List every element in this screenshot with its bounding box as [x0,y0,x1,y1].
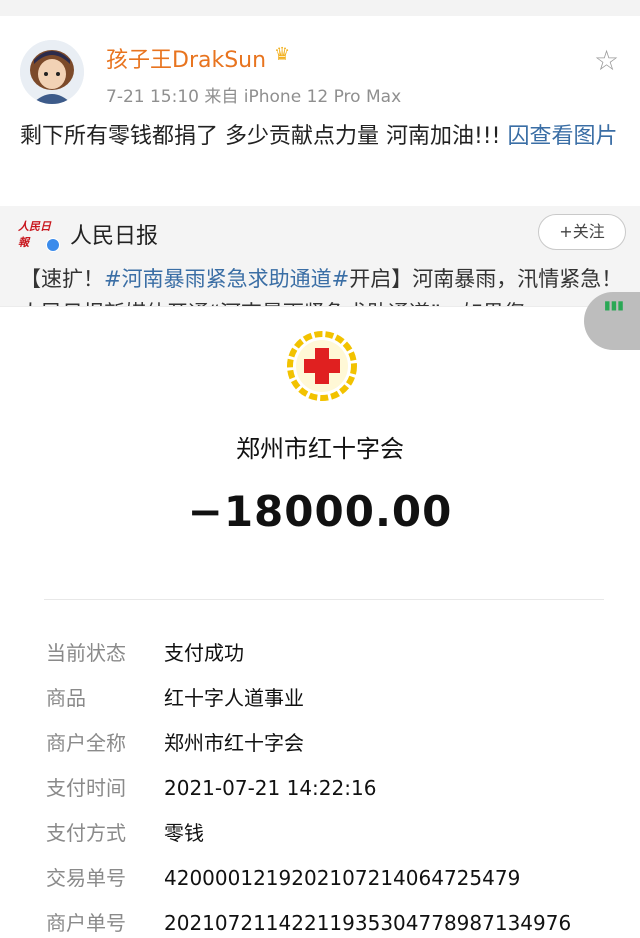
detail-row-merchant-order-id: 商户单号 20210721142211935304778987134976 [0,908,640,938]
detail-row-status: 当前状态 支付成功 [0,638,640,668]
star-icon[interactable]: ☆ [594,44,619,77]
detail-value: 郑州市红十字会 [164,731,304,755]
red-cross-emblem-icon [287,331,357,401]
card-separator [0,192,640,206]
detail-value[interactable]: 4200001219202107214064725479 [164,863,520,893]
detail-value: 红十字人道事业 [164,686,304,710]
detail-label: 支付方式 [46,821,126,845]
view-image-link[interactable]: 囚查看图片 [507,124,617,149]
detail-row-pay-time: 支付时间 2021-07-21 14:22:16 [0,773,640,803]
username[interactable]: 孩子王DrakSun [106,42,266,74]
detail-value: 2021-07-21 14:22:16 [164,776,377,800]
hashtag-link[interactable]: #河南暴雨紧急求助通道# [104,267,349,291]
detail-value[interactable]: 20210721142211935304778987134976 [164,908,571,938]
merchant-name: 郑州市红十字会 [236,435,404,463]
detail-label: 商户单号 [46,911,126,935]
side-tab-icon: ▮▮▮ [604,298,624,312]
detail-value: 零钱 [164,821,204,845]
repost-card[interactable]: 人民日報 人民日报 +关注 【速扩！#河南暴雨紧急求助通道#开启】河南暴雨，汛情… [0,192,640,322]
detail-label: 交易单号 [46,866,126,890]
avatar[interactable] [20,40,84,104]
post-text: 剩下所有零钱都捐了 多少贡献点力量 河南加油!!! 囚查看图片 [20,120,620,154]
detail-value: 支付成功 [164,641,244,665]
repost-text-prefix: 【速扩！ [20,267,104,291]
detail-row-pay-method: 支付方式 零钱 [0,818,640,848]
payment-receipt: 郑州市红十字会 −18000.00 当前状态 支付成功 商品 红十字人道事业 商… [0,306,640,935]
detail-label: 当前状态 [46,641,126,665]
repost-account-name[interactable]: 人民日报 [70,218,158,250]
detail-label: 商户全称 [46,731,126,755]
side-tab[interactable]: ▮▮▮ [584,292,640,350]
crown-icon: ♛ [274,44,291,65]
post-text-main: 剩下所有零钱都捐了 多少贡献点力量 河南加油!!! [20,124,508,149]
weibo-post: 孩子王DrakSun ♛ 7-21 15:10 来自 iPhone 12 Pro… [0,16,640,322]
payment-amount: −18000.00 [187,487,453,536]
verified-icon [46,238,60,252]
detail-label: 支付时间 [46,776,126,800]
detail-label: 商品 [46,686,86,710]
detail-row-transaction-id: 交易单号 4200001219202107214064725479 [0,863,640,893]
follow-button[interactable]: +关注 [538,214,626,250]
divider [44,599,604,600]
post-meta: 7-21 15:10 来自 iPhone 12 Pro Max [106,87,402,107]
detail-row-product: 商品 红十字人道事业 [0,683,640,713]
detail-row-merchant: 商户全称 郑州市红十字会 [0,728,640,758]
top-bar [0,0,640,17]
